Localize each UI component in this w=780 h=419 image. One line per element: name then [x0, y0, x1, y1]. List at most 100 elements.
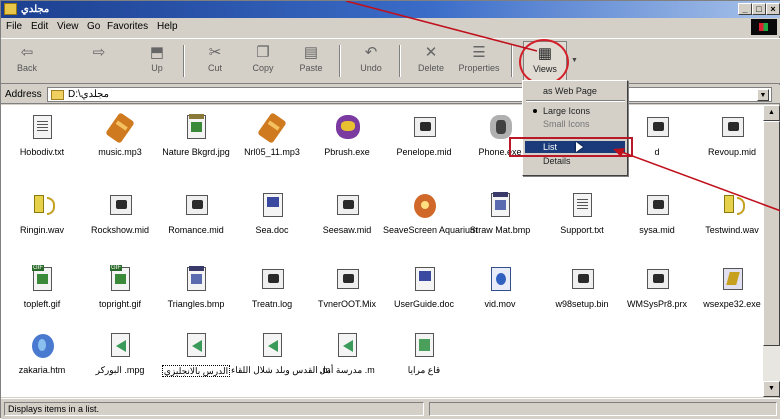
file-item[interactable]: Triangles.bmp — [155, 265, 237, 309]
file-name: Triangles.bmp — [167, 299, 225, 309]
folder-icon — [4, 3, 17, 15]
file-item[interactable]: Sea.doc — [231, 191, 313, 235]
file-item[interactable]: الدرس بالانجليزي — [155, 331, 237, 377]
cut-button[interactable]: ✂ Cut — [193, 41, 237, 81]
file-item[interactable]: wsexpe32.exe — [691, 265, 763, 309]
minimize-button[interactable]: _ — [738, 3, 752, 15]
file-name: مدرسة أمل .m — [319, 365, 375, 375]
file-item[interactable]: Testwind.wav — [691, 191, 763, 235]
file-item[interactable]: قاع مرايا — [383, 331, 465, 375]
scroll-thumb[interactable] — [763, 121, 780, 346]
file-name: Hobodiv.txt — [19, 147, 65, 157]
file-name: Treatn.log — [251, 299, 293, 309]
file-item[interactable]: Penelope.mid — [383, 113, 465, 157]
delete-button[interactable]: ✕ Delete — [409, 41, 453, 81]
back-button[interactable]: ⇦ Back — [5, 41, 49, 81]
copy-button[interactable]: ❐ Copy — [241, 41, 285, 81]
speaker-file-icon — [28, 191, 56, 221]
image-file-icon — [410, 331, 438, 361]
menu-favorites[interactable]: Favorites — [107, 21, 148, 32]
file-item[interactable]: Revoup.mid — [691, 113, 763, 157]
views-dropdown-icon[interactable]: ▼ — [571, 57, 578, 64]
file-item[interactable]: topright.gif — [79, 265, 161, 309]
file-item[interactable]: SeaveScreen Aquarium — [383, 191, 478, 235]
file-item[interactable]: w98setup.bin — [541, 265, 623, 309]
callout-rectangle — [509, 137, 633, 157]
toolbar-separator — [183, 45, 185, 77]
file-item[interactable]: topleft.gif — [1, 265, 83, 309]
mouse-cursor-icon — [576, 142, 583, 152]
file-name: topleft.gif — [23, 299, 61, 309]
paste-button[interactable]: ▤ Paste — [289, 41, 333, 81]
maximize-button[interactable]: □ — [752, 3, 766, 15]
file-name: SeaveScreen Aquarium — [383, 225, 478, 235]
media-file-icon — [106, 331, 134, 361]
midi-file-icon — [106, 191, 134, 221]
status-text: Displays items in a list. — [4, 402, 424, 416]
toolbar-separator — [339, 45, 341, 77]
file-list-pane[interactable]: Hobodiv.txt music.mp3 Nature Bkgrd.jpg Nrl0… — [1, 105, 763, 397]
forward-button[interactable]: ⇨ — [77, 41, 121, 81]
file-item[interactable]: Romance.mid — [155, 191, 237, 235]
file-item[interactable]: Rockshow.mid — [79, 191, 161, 235]
file-item[interactable]: Straw Mat.bmp — [459, 191, 541, 235]
file-name: الدرس بالانجليزي — [161, 365, 231, 377]
properties-button[interactable]: ☰ Properties — [457, 41, 501, 81]
file-item[interactable]: Nrl05_11.mp3 — [231, 112, 313, 157]
menu-bar: File Edit View Go Favorites Help — [1, 18, 780, 36]
file-item[interactable]: البوركر .mpg — [79, 331, 161, 375]
file-name: Ringin.wav — [19, 225, 65, 235]
undo-button[interactable]: ↶ Undo — [349, 41, 393, 81]
menu-file[interactable]: File — [6, 21, 22, 32]
midi-file-icon — [258, 265, 286, 295]
file-name: Seesaw.mid — [322, 225, 372, 235]
file-item[interactable]: zakaria.htm — [1, 331, 83, 375]
file-item[interactable]: Hobodiv.txt — [1, 113, 83, 157]
file-item[interactable]: TvnerOOT.Mix — [306, 265, 388, 309]
file-name: Testwind.wav — [705, 225, 759, 235]
file-item[interactable]: مدرسة أمل .m — [306, 331, 388, 375]
word-document-icon — [258, 191, 286, 221]
menu-item-large-icons[interactable]: Large Icons — [525, 105, 625, 117]
vertical-scrollbar[interactable]: ▲ ▼ — [763, 105, 780, 397]
toolbar-separator — [511, 45, 513, 77]
file-item[interactable]: Treatn.log — [231, 265, 313, 309]
status-panel — [429, 402, 777, 416]
up-button[interactable]: ⬒ Up — [135, 41, 179, 81]
file-item[interactable]: Ringin.wav — [1, 191, 83, 235]
callout-circle — [519, 39, 569, 85]
file-item[interactable]: Support.txt — [541, 191, 623, 235]
menu-help[interactable]: Help — [157, 21, 178, 32]
media-file-icon — [333, 331, 361, 361]
file-item[interactable]: UserGuide.doc — [383, 265, 465, 309]
midi-file-icon — [643, 265, 671, 295]
file-name: القدس وبلد شلال اللقاء .m — [231, 365, 331, 375]
scroll-down-icon[interactable]: ▼ — [763, 381, 780, 397]
address-input[interactable]: D:\مجلدي ▼ — [47, 87, 772, 102]
midi-file-icon — [568, 265, 596, 295]
file-name: Romance.mid — [168, 225, 224, 235]
text-file-icon — [28, 113, 56, 143]
scroll-up-icon[interactable]: ▲ — [763, 105, 780, 121]
address-dropdown-icon[interactable]: ▼ — [757, 89, 769, 101]
file-item[interactable]: Seesaw.mid — [306, 191, 388, 235]
file-item[interactable]: vid.mov — [459, 265, 541, 309]
file-item[interactable]: القدس وبلد شلال اللقاء .m — [231, 331, 331, 375]
video-file-icon — [486, 265, 514, 295]
radio-dot-icon — [533, 109, 537, 113]
file-item[interactable]: WMSysPr8.prx — [616, 265, 698, 309]
close-button[interactable]: × — [766, 3, 780, 15]
image-file-icon — [182, 113, 210, 143]
file-item[interactable]: sysa.mid — [616, 191, 698, 235]
file-item[interactable]: Pbrush.exe — [306, 113, 388, 157]
file-name: Sea.doc — [255, 225, 289, 235]
menu-view[interactable]: View — [57, 21, 79, 32]
file-item[interactable]: music.mp3 — [79, 112, 161, 157]
menu-go[interactable]: Go — [87, 21, 100, 32]
file-item[interactable]: Nature Bkgrd.jpg — [155, 113, 237, 157]
title-bar: مجلدي _ □ × — [1, 1, 780, 18]
menu-item-as-web-page[interactable]: as Web Page — [525, 85, 625, 97]
menu-item-small-icons[interactable]: Small Icons — [525, 118, 625, 130]
menu-edit[interactable]: Edit — [31, 21, 48, 32]
toolbar-separator — [399, 45, 401, 77]
